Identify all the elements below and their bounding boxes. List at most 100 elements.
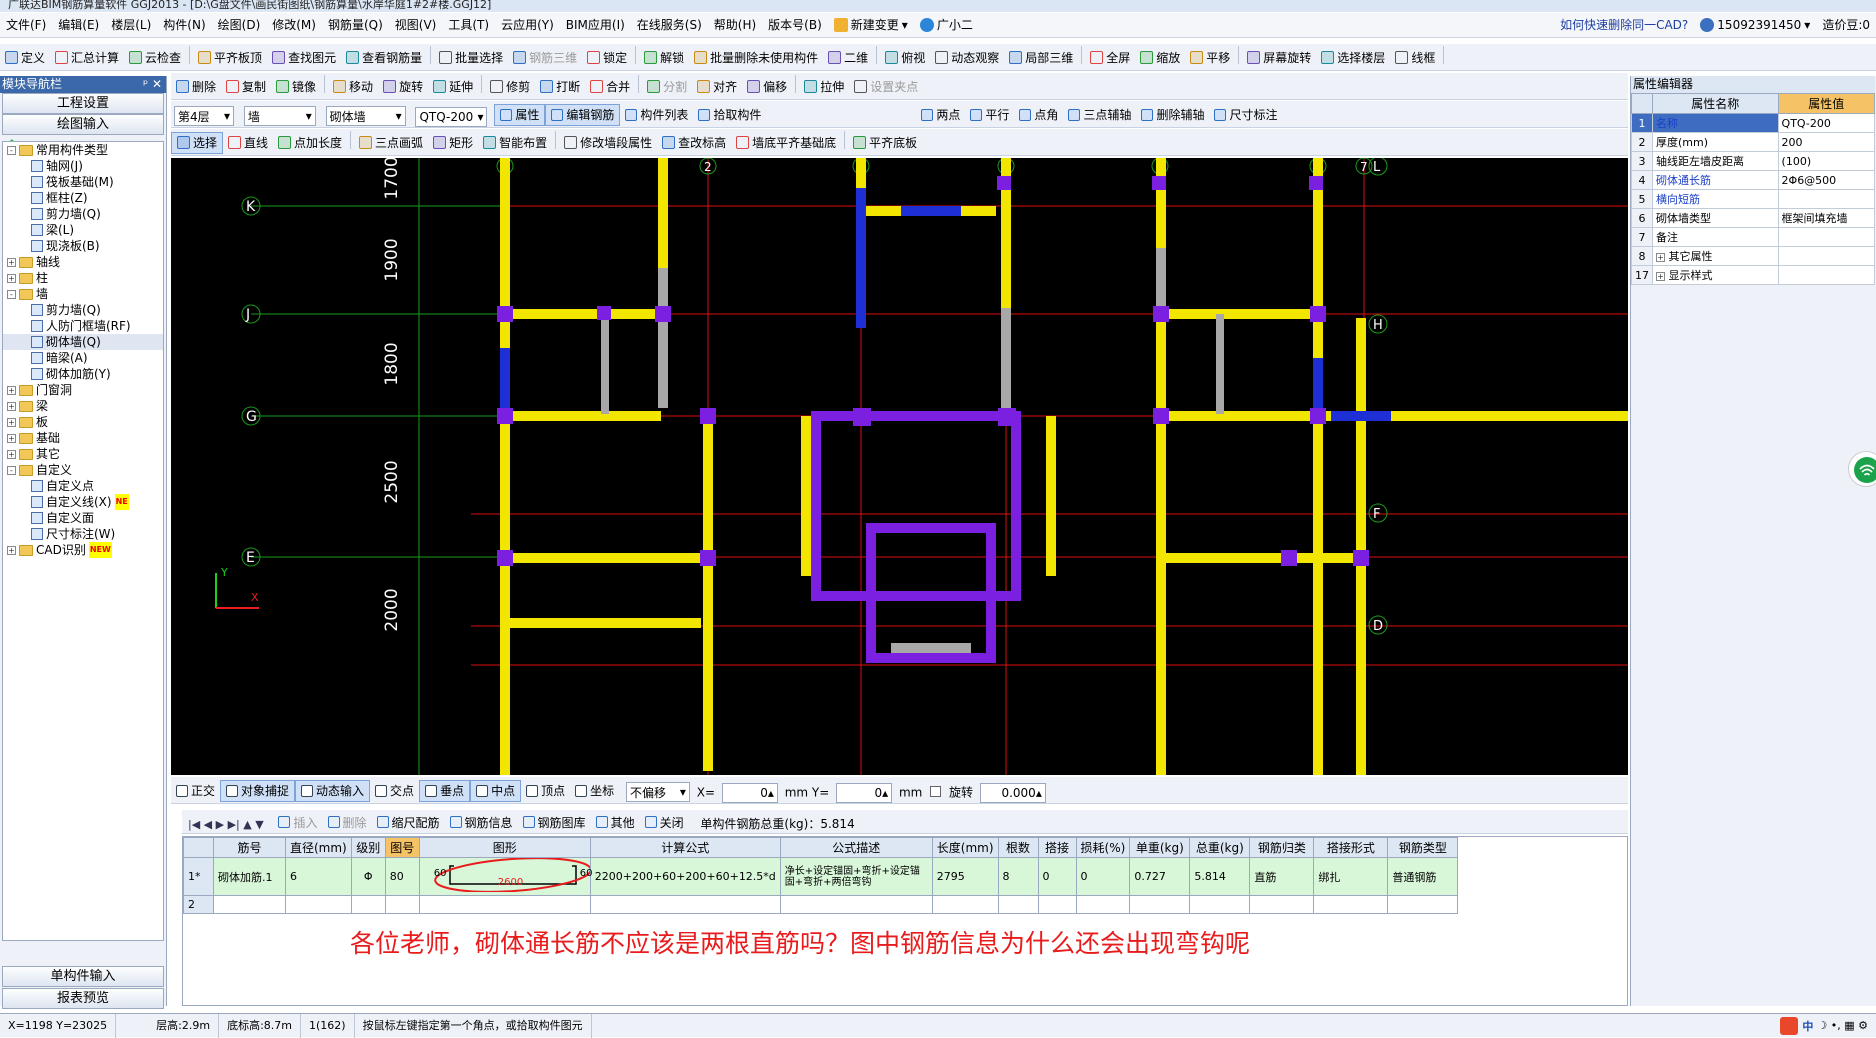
column-header[interactable]: 损耗(%) xyxy=(1075,837,1131,858)
toolbar-button[interactable]: 平齐底板 xyxy=(848,129,922,155)
menu-item[interactable]: 构件(N) xyxy=(157,13,211,38)
toolbar-button[interactable]: 点加长度 xyxy=(273,129,347,155)
tree-node[interactable]: + 轴线 xyxy=(3,254,163,270)
column-header[interactable]: 直径(mm) xyxy=(285,837,352,858)
column-header[interactable]: 钢筋类型 xyxy=(1387,837,1459,858)
rebar-tool-button[interactable]: 删除 xyxy=(323,810,372,833)
property-row[interactable]: 2 厚度(mm) 200 xyxy=(1631,132,1876,152)
column-header[interactable]: 筋号 xyxy=(213,837,286,858)
tree-expander-icon[interactable]: + xyxy=(7,257,16,267)
tree-expander-icon[interactable]: + xyxy=(7,385,16,395)
menu-item[interactable]: 云应用(Y) xyxy=(495,13,560,38)
cell-diameter[interactable]: 6 xyxy=(285,857,352,896)
menu-item[interactable]: 工具(T) xyxy=(442,13,495,38)
toolbar-button[interactable]: 平移 xyxy=(1185,44,1235,70)
project-settings-button[interactable]: 工程设置 xyxy=(2,93,164,114)
cell-count[interactable]: 8 xyxy=(997,857,1039,896)
cell-loss[interactable]: 0 xyxy=(1075,857,1131,896)
tree-expander-icon[interactable]: + xyxy=(7,433,16,443)
column-header[interactable]: 根数 xyxy=(997,837,1039,858)
empty-cell[interactable] xyxy=(1387,895,1459,914)
property-value[interactable]: 框架间填充墙 xyxy=(1777,208,1876,228)
toolbar-button[interactable]: 批量删除未使用构件 xyxy=(689,44,823,70)
cell-rebar-type[interactable]: 普通钢筋 xyxy=(1387,857,1459,896)
property-row[interactable]: 5 横向短筋 xyxy=(1631,189,1876,209)
rebar-tool-button[interactable]: 插入 xyxy=(273,810,322,833)
toolbar-button[interactable]: 删除辅轴 xyxy=(1136,101,1209,127)
tree-node[interactable]: 暗梁(A) xyxy=(3,350,163,366)
ime-indicator[interactable]: 中 ☽ •, ▦ ⚙ xyxy=(1780,1016,1876,1035)
toolbar-button[interactable]: 平齐板顶 xyxy=(193,44,267,70)
toolbar-button[interactable]: 俯视 xyxy=(880,44,930,70)
toolbar-button[interactable]: 镜像 xyxy=(271,73,321,99)
toolbar-button[interactable]: 锁定 xyxy=(582,44,632,70)
single-component-input-button[interactable]: 单构件输入 xyxy=(2,966,164,987)
toolbar-button[interactable]: 尺寸标注 xyxy=(1209,101,1282,127)
toolbar-button[interactable]: 动态观察 xyxy=(930,44,1004,70)
menu-item[interactable]: 编辑(E) xyxy=(52,13,105,38)
toolbar-button[interactable]: 全屏 xyxy=(1085,44,1135,70)
tree-expander-icon[interactable]: - xyxy=(7,465,16,475)
toolbar-button[interactable]: 选择 xyxy=(171,131,224,154)
toolbar-button[interactable]: 点角 xyxy=(1014,101,1063,127)
toolbar-button[interactable]: 对齐 xyxy=(692,73,742,99)
tree-node[interactable]: 剪力墙(Q) xyxy=(3,206,163,222)
column-header[interactable]: 图号 xyxy=(384,837,420,858)
tree-node[interactable]: 砌体墙(Q) xyxy=(3,334,163,350)
rebar-tool-button[interactable]: 其他 xyxy=(591,810,640,833)
cell-lap-form[interactable]: 绑扎 xyxy=(1313,857,1389,896)
toolbar-button[interactable]: 两点 xyxy=(916,101,965,127)
property-value[interactable]: 2Φ6@500 xyxy=(1777,170,1876,190)
empty-cell[interactable] xyxy=(350,895,386,914)
property-row[interactable]: 17 + 显示样式 xyxy=(1631,265,1876,285)
cell-unit-weight[interactable]: 0.727 xyxy=(1129,857,1191,896)
toolbar-button[interactable]: 修剪 xyxy=(485,73,535,99)
toolbar-button[interactable]: 线框 xyxy=(1390,44,1440,70)
column-header[interactable]: 计算公式 xyxy=(589,837,781,858)
column-header[interactable]: 钢筋归类 xyxy=(1249,837,1315,858)
toolbar-button[interactable]: 屏幕旋转 xyxy=(1242,44,1316,70)
toolbar-button[interactable]: 选择楼层 xyxy=(1316,44,1390,70)
cell-description[interactable]: 净长+设定锚固+弯折+设定锚固+弯折+两倍弯钩 xyxy=(779,857,933,896)
pin-close-icons[interactable]: ᵖ ✕ xyxy=(143,76,162,93)
tree-node[interactable]: 自定义点 xyxy=(3,478,163,494)
cell-figure-no[interactable]: 80 xyxy=(384,857,420,896)
column-header[interactable]: 搭接形式 xyxy=(1313,837,1389,858)
toolbar-button[interactable]: 查看钢筋量 xyxy=(341,44,427,70)
menu-item[interactable]: 在线服务(S) xyxy=(631,13,708,38)
snap-button[interactable]: 顶点 xyxy=(521,777,570,803)
toolbar-button[interactable]: 偏移 xyxy=(742,73,792,99)
property-row[interactable]: 4 砌体通长筋 2Φ6@500 xyxy=(1631,170,1876,190)
toolbar-button[interactable]: 编辑钢筋 xyxy=(545,103,621,126)
toolbar-button[interactable]: 批量选择 xyxy=(434,44,508,70)
x-input[interactable]: 0 ▴ xyxy=(721,782,778,803)
toolbar-button[interactable]: 设置夹点 xyxy=(849,73,923,99)
empty-cell[interactable] xyxy=(1129,895,1191,914)
column-header[interactable]: 长度(mm) xyxy=(931,837,999,858)
snap-button[interactable]: 正交 xyxy=(171,777,220,803)
cell-category[interactable]: 直筋 xyxy=(1249,857,1315,896)
floating-wifi-badge[interactable] xyxy=(1848,451,1876,487)
toolbar-button[interactable]: 拾取构件 xyxy=(693,101,766,127)
rebar-tool-button[interactable]: 缩尺配筋 xyxy=(372,810,445,833)
toolbar-button[interactable]: 平行 xyxy=(965,101,1014,127)
component-select[interactable]: QTQ-200 ▾ xyxy=(415,106,488,127)
tree-node[interactable]: + 门窗洞 xyxy=(3,382,163,398)
toolbar-button[interactable]: 定义 xyxy=(0,44,50,70)
toolbar-button[interactable]: 墙底平齐基础底 xyxy=(731,129,841,155)
toolbar-button[interactable]: 查改标高 xyxy=(657,129,731,155)
empty-cell[interactable] xyxy=(418,895,591,914)
table-row[interactable]: 1* 砌体加筋.1 6 Φ 80 60 2600 60 2200+200+60+… xyxy=(183,857,1459,896)
toolbar-button[interactable]: 云检查 xyxy=(124,44,186,70)
property-value[interactable] xyxy=(1777,265,1876,285)
menu-item[interactable]: 修改(M) xyxy=(266,13,322,38)
tree-expander-icon[interactable]: + xyxy=(7,449,16,459)
empty-cell[interactable] xyxy=(997,895,1039,914)
empty-cell[interactable] xyxy=(1249,895,1315,914)
column-header[interactable]: 搭接 xyxy=(1037,837,1077,858)
empty-cell[interactable] xyxy=(213,895,286,914)
cell-length[interactable]: 2795 xyxy=(931,857,999,896)
tree-node[interactable]: + 梁 xyxy=(3,398,163,414)
column-header[interactable]: 总重(kg) xyxy=(1189,837,1251,858)
cell-lap[interactable]: 0 xyxy=(1037,857,1077,896)
